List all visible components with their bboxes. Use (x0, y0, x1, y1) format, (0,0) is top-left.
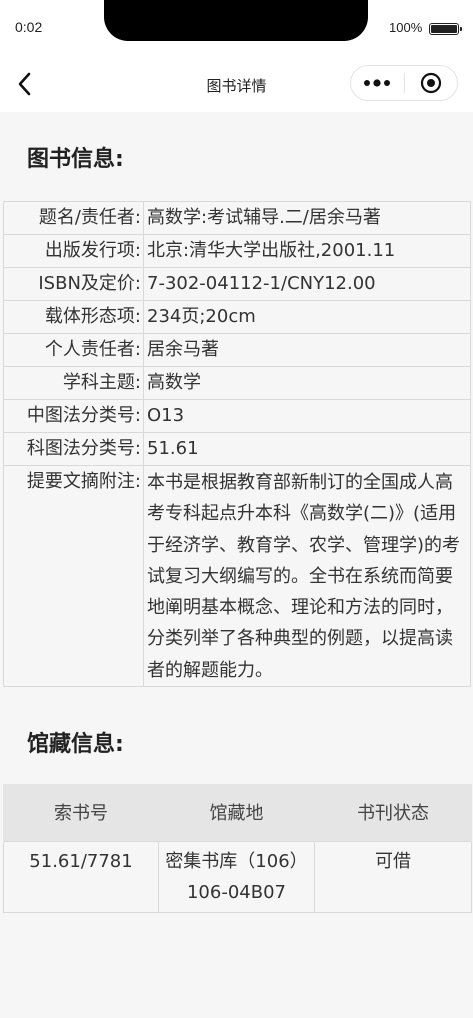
info-key: 个人责任者: (3, 333, 144, 367)
location-name: 密集书库（106） (165, 850, 308, 872)
info-row-subject: 学科主题: 高数学 (3, 366, 471, 400)
location-code: 106-04B07 (186, 881, 286, 903)
info-row-publisher: 出版发行项: 北京:清华大学出版社,2001.11 (3, 234, 471, 268)
camera-notch (104, 0, 368, 41)
holdings-table: 索书号 馆藏地 书刊状态 51.61/7781 密集书库（106） 106-04… (3, 784, 472, 913)
book-info-table: 题名/责任者: 高数学:考试辅导.二/居余马著 出版发行项: 北京:清华大学出版… (3, 201, 471, 688)
more-dots-icon (364, 79, 391, 87)
holdings-header-row: 索书号 馆藏地 书刊状态 (3, 784, 472, 841)
target-close-icon (420, 72, 441, 94)
close-button[interactable] (404, 66, 457, 100)
info-value: 高数学 (143, 366, 471, 400)
info-key: 科图法分类号: (3, 432, 144, 466)
info-row-physical: 载体形态项: 234页;20cm (3, 300, 471, 334)
location-cell: 密集书库（106） 106-04B07 (158, 840, 315, 913)
battery-icon (429, 23, 462, 35)
info-value: 本书是根据教育部新制订的全国成人高考专科起点升本科《高数学(二)》(适用于经济学… (143, 464, 471, 688)
info-value: 高数学:考试辅导.二/居余马著 (143, 201, 471, 235)
mini-program-capsule (350, 65, 458, 101)
info-row-author: 个人责任者: 居余马著 (3, 333, 471, 367)
info-key: 提要文摘附注: (3, 464, 144, 688)
info-key: 出版发行项: (3, 234, 144, 268)
status-bar: 0:02 100% (0, 0, 473, 56)
info-key: ISBN及定价: (3, 267, 144, 301)
info-row-sci: 科图法分类号: 51.61 (3, 432, 471, 466)
call-number-cell: 51.61/7781 (3, 840, 159, 913)
info-value: 7-302-04112-1/CNY12.00 (143, 267, 471, 301)
info-key: 中图法分类号: (3, 399, 144, 433)
status-cell: 可借 (314, 840, 472, 913)
battery-percentage: 100% (389, 20, 423, 35)
info-key: 载体形态项: (3, 300, 144, 334)
info-value: 234页;20cm (143, 300, 471, 334)
holdings-heading: 馆藏信息: (27, 732, 124, 757)
info-row-title: 题名/责任者: 高数学:考试辅导.二/居余马著 (3, 201, 471, 235)
book-info-heading: 图书信息: (27, 147, 124, 172)
column-header-location: 馆藏地 (158, 784, 315, 841)
column-header-status: 书刊状态 (314, 784, 472, 841)
info-value: 51.61 (143, 432, 471, 466)
table-row: 51.61/7781 密集书库（106） 106-04B07 可借 (3, 840, 472, 913)
status-time: 0:02 (15, 19, 43, 35)
info-value: 北京:清华大学出版社,2001.11 (143, 234, 471, 268)
column-header-call-number: 索书号 (3, 784, 159, 841)
info-key: 题名/责任者: (3, 201, 144, 235)
info-row-abstract: 提要文摘附注: 本书是根据教育部新制订的全国成人高考专科起点升本科《高数学(二)… (3, 464, 471, 688)
more-button[interactable] (351, 66, 404, 100)
nav-bar: 图书详情 (0, 56, 473, 112)
info-row-isbn: ISBN及定价: 7-302-04112-1/CNY12.00 (3, 267, 471, 301)
info-key: 学科主题: (3, 366, 144, 400)
info-value: O13 (143, 399, 471, 433)
info-row-clc: 中图法分类号: O13 (3, 399, 471, 433)
info-value: 居余马著 (143, 333, 471, 367)
